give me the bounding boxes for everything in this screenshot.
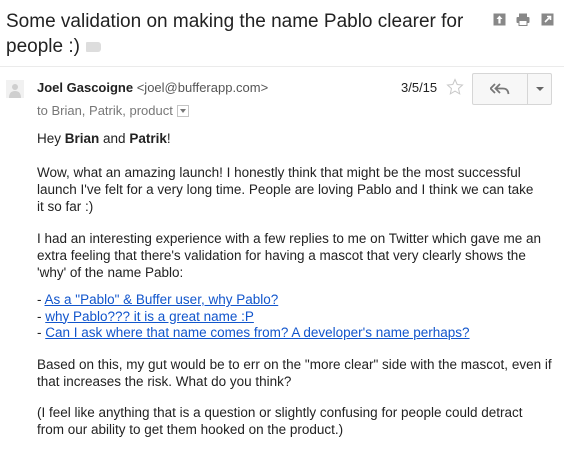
label-tag-icon[interactable] [85,41,101,52]
star-icon[interactable] [446,78,464,96]
sender-name[interactable]: Joel Gascoigne [37,80,133,95]
list-item: - Can I ask where that name comes from? … [37,325,537,342]
greeting-prefix: Hey [37,131,65,146]
list-bullet: - [37,308,46,324]
list-item: - why Pablo??? it is a great name :P [37,309,537,326]
new-window-icon[interactable] [540,12,554,26]
list-bullet: - [37,292,45,307]
tweet-link-2[interactable]: why Pablo??? it is a great name :P [45,309,254,324]
tweet-link-list: - As a "Pablo" & Buffer user, why Pablo?… [37,292,537,342]
body-paragraph-4: (I feel like anything that is a question… [37,405,523,437]
body-paragraph-1: Wow, what an amazing launch! I honestly … [37,165,534,214]
recipients-line: to Brian, Patrik, product [37,102,189,120]
show-details-icon[interactable] [176,105,189,117]
person-icon [9,84,21,98]
reply-all-button[interactable] [473,74,528,104]
more-options-button[interactable] [528,74,551,104]
message-toolbar [492,12,554,26]
message-date: 3/5/15 [401,80,438,95]
greeting-name-2: Patrik [129,131,167,146]
greeting: Hey Brian and Patrik! [37,130,171,147]
body-paragraph-2: I had an interesting experience with a f… [37,231,542,280]
archive-icon[interactable] [492,12,506,26]
tweet-link-1[interactable]: As a "Pablo" & Buffer user, why Pablo? [45,292,279,307]
tweet-link-3[interactable]: Can I ask where that name comes from? A … [45,325,469,340]
greeting-name-1: Brian [64,131,100,146]
body-paragraph-3: Based on this, my gut would be to err on… [37,357,552,389]
header-divider [0,66,564,67]
greeting-suffix: ! [166,131,171,146]
avatar [6,80,24,98]
list-item: - As a "Pablo" & Buffer user, why Pablo? [37,292,537,309]
sender-line: Joel Gascoigne <joel@bufferapp.com> [37,79,268,97]
chevron-down-icon [535,87,544,91]
recipients-text: to Brian, Patrik, product [37,103,173,118]
reply-button-group [472,73,552,105]
greeting-and: and [99,131,130,146]
reply-all-icon [490,83,510,95]
sender-email: <joel@bufferapp.com> [136,80,269,95]
email-subject: Some validation on making the name Pablo… [6,9,476,59]
subject-text: Some validation on making the name Pablo… [6,11,464,57]
list-bullet: - [37,325,46,340]
print-icon[interactable] [516,12,530,26]
